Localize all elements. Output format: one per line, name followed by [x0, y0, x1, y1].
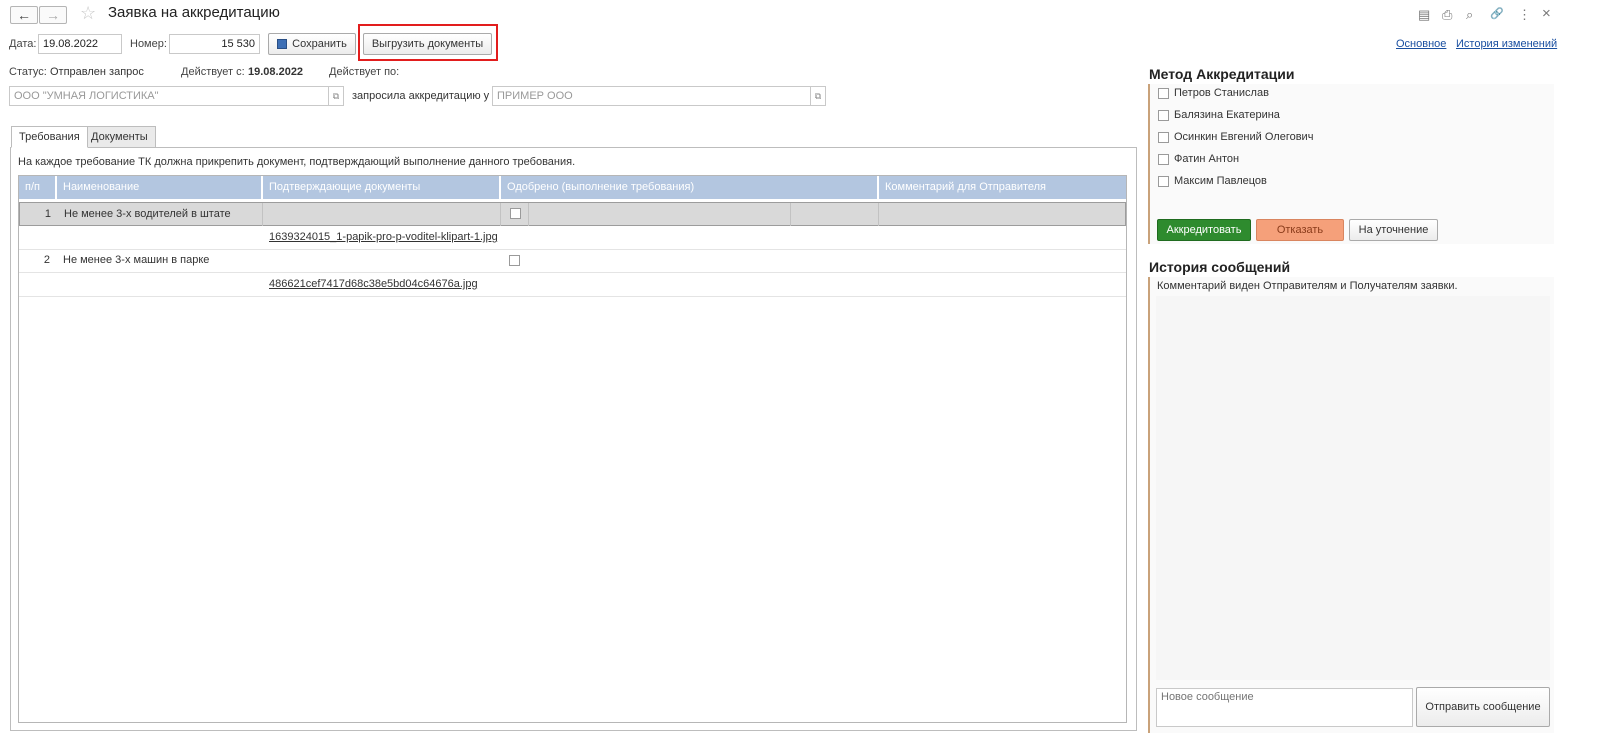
valid-from-value: 19.08.2022 — [248, 66, 304, 78]
row-number: 2 — [43, 254, 50, 266]
document-link[interactable]: 1639324015_1-papik-pro-p-voditel-klipart… — [269, 226, 498, 249]
status-value: Отправлен запрос — [50, 66, 144, 78]
table-row[interactable]: 1639324015_1-papik-pro-p-voditel-klipart… — [19, 226, 1126, 250]
highlight-frame — [358, 24, 498, 61]
send-message-button[interactable]: Отправить сообщение — [1416, 687, 1550, 727]
status-label: Статус: — [9, 66, 47, 78]
messages-title: История сообщений — [1149, 259, 1291, 275]
column-name[interactable]: Наименование — [57, 176, 263, 199]
favorite-star-icon[interactable]: ☆ — [80, 3, 96, 24]
more-icon[interactable]: ⋮ — [1518, 7, 1531, 23]
date-field[interactable]: 19.08.2022 — [38, 34, 122, 54]
row-number: 1 — [44, 208, 51, 220]
cell-divider — [878, 203, 879, 226]
cell-divider — [790, 203, 791, 226]
column-number[interactable]: п/п — [19, 176, 57, 199]
save-icon[interactable]: ▤ — [1418, 7, 1430, 23]
clarify-button[interactable]: На уточнение — [1349, 219, 1438, 241]
link-change-history[interactable]: История изменений — [1456, 38, 1557, 50]
arrow-right-icon: → — [46, 7, 60, 23]
column-approved[interactable]: Одобрено (выполнение требования) — [501, 176, 879, 199]
row-name: Не менее 3-х машин в парке — [63, 254, 210, 266]
link-icon[interactable]: 🔗 — [1490, 7, 1504, 20]
document-link[interactable]: 486621cef7417d68c38e5bd04c64676a.jpg — [269, 273, 478, 296]
open-sender-icon[interactable]: ⧉ — [328, 86, 344, 106]
requirements-hint: На каждое требование ТК должна прикрепит… — [18, 156, 576, 168]
table-row[interactable]: 486621cef7417d68c38e5bd04c64676a.jpg — [19, 273, 1126, 297]
floppy-disk-icon — [277, 39, 288, 49]
person-checkbox[interactable] — [1158, 153, 1169, 165]
messages-note: Комментарий виден Отправителям и Получат… — [1157, 280, 1458, 292]
open-receiver-icon[interactable]: ⧉ — [810, 86, 826, 106]
person-option[interactable]: Петров Станислав — [1158, 86, 1269, 100]
person-checkbox[interactable] — [1158, 175, 1169, 187]
preview-icon[interactable]: ⌕ — [1466, 7, 1473, 23]
person-checkbox[interactable] — [1158, 87, 1169, 99]
back-button[interactable]: ← — [10, 6, 38, 24]
person-name: Фатин Антон — [1174, 153, 1240, 165]
requirements-table: п/п Наименование Подтверждающие документ… — [18, 175, 1127, 723]
person-checkbox[interactable] — [1158, 109, 1169, 121]
receiver-field[interactable]: ПРИМЕР ООО — [492, 86, 811, 106]
message-history-area — [1156, 296, 1550, 680]
number-label: Номер: — [130, 38, 167, 50]
number-field[interactable]: 15 530 — [169, 34, 260, 54]
approved-checkbox[interactable] — [510, 208, 521, 219]
table-row[interactable]: 2 Не менее 3-х машин в парке — [19, 249, 1126, 273]
table-row[interactable]: 1 Не менее 3-х водителей в штате — [19, 202, 1126, 226]
person-checkbox[interactable] — [1158, 131, 1169, 143]
person-option[interactable]: Балязина Екатерина — [1158, 108, 1280, 122]
person-name: Осинкин Евгений Олегович — [1174, 131, 1314, 143]
cell-divider — [262, 203, 263, 226]
cell-divider — [500, 203, 501, 226]
person-name: Максим Павлецов — [1174, 175, 1267, 187]
date-label: Дата: — [9, 38, 37, 50]
tab-documents[interactable]: Документы — [83, 126, 156, 148]
column-comment[interactable]: Комментарий для Отправителя — [879, 176, 1128, 199]
approved-checkbox[interactable] — [509, 255, 520, 266]
page-title: Заявка на аккредитацию — [108, 4, 280, 21]
arrow-left-icon: ← — [17, 7, 31, 23]
sender-field[interactable]: ООО "УМНАЯ ЛОГИСТИКА" — [9, 86, 329, 106]
row-name: Не менее 3-х водителей в штате — [64, 208, 231, 220]
person-name: Балязина Екатерина — [1174, 109, 1280, 121]
save-button-label: Сохранить — [292, 38, 347, 50]
person-name: Петров Станислав — [1174, 87, 1269, 99]
link-main[interactable]: Основное — [1396, 38, 1446, 50]
person-option[interactable]: Фатин Антон — [1158, 152, 1239, 166]
print-icon[interactable]: ⎙ — [1442, 7, 1452, 23]
valid-from-label: Действует с: — [181, 66, 245, 78]
new-message-input[interactable] — [1156, 688, 1413, 727]
column-documents[interactable]: Подтверждающие документы — [263, 176, 501, 199]
tab-requirements[interactable]: Требования — [11, 126, 88, 148]
accredit-button[interactable]: Аккредитовать — [1157, 219, 1251, 241]
accreditation-title: Метод Аккредитации — [1149, 66, 1295, 82]
close-icon[interactable]: × — [1542, 5, 1551, 22]
person-option[interactable]: Осинкин Евгений Олегович — [1158, 130, 1313, 144]
table-header: п/п Наименование Подтверждающие документ… — [19, 176, 1126, 199]
valid-to-label: Действует по: — [329, 66, 400, 78]
person-option[interactable]: Максим Павлецов — [1158, 174, 1267, 188]
forward-button[interactable]: → — [39, 6, 67, 24]
save-button[interactable]: Сохранить — [268, 33, 356, 55]
cell-divider — [528, 203, 529, 226]
reject-button[interactable]: Отказать — [1256, 219, 1344, 241]
relation-label: запросила аккредитацию у — [352, 90, 490, 102]
